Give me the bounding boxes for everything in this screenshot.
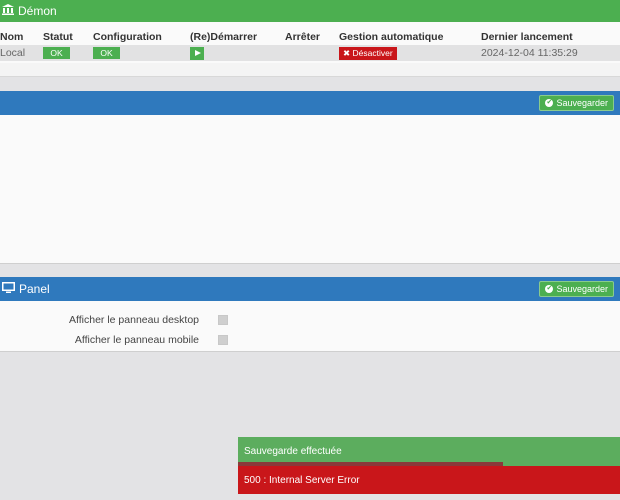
restart-cell — [190, 45, 285, 61]
play-icon[interactable] — [190, 46, 204, 60]
config-header: ✔ Sauvegarder — [0, 91, 620, 115]
daemon-name: Local — [0, 45, 43, 61]
bank-icon — [2, 4, 14, 18]
mobile-panel-label: Afficher le panneau mobile — [74, 334, 199, 346]
error-toast-text: 500 : Internal Server Error — [244, 474, 360, 486]
stop-cell — [285, 45, 339, 61]
panel-title: Panel — [19, 282, 50, 296]
desktop-panel-checkbox[interactable] — [218, 315, 228, 325]
desktop-icon — [2, 282, 15, 296]
status-cell: OK — [43, 45, 93, 61]
col-configuration: Configuration — [93, 31, 162, 43]
col-dernier-lancement: Dernier lancement — [481, 31, 573, 43]
close-icon: ✖ — [343, 47, 351, 58]
configuration-badge: OK — [93, 47, 120, 59]
check-circle-icon: ✔ — [545, 99, 554, 107]
daemon-table-header: Nom Statut Configuration (Re)Démarrer Ar… — [0, 29, 620, 45]
error-toast[interactable]: 500 : Internal Server Error — [238, 466, 620, 494]
panel-save-button[interactable]: ✔ Sauvegarder — [539, 281, 614, 297]
save-button[interactable]: ✔ Sauvegarder — [539, 95, 614, 111]
panel-header: Panel ✔ Sauvegarder — [0, 277, 620, 301]
col-statut: Statut — [43, 31, 73, 43]
config-cell: OK — [93, 45, 190, 61]
status-badge: OK — [43, 47, 70, 59]
col-arreter: Arrêter — [285, 31, 321, 43]
disable-auto-button[interactable]: ✖ Désactiver — [339, 46, 397, 60]
col-nom: Nom — [0, 31, 24, 43]
auto-cell: ✖ Désactiver — [339, 45, 481, 61]
daemon-panel-footer — [0, 63, 620, 77]
col-gestion-auto: Gestion automatique — [339, 31, 444, 43]
daemon-table: Nom Statut Configuration (Re)Démarrer Ar… — [0, 29, 620, 61]
table-row: Local OK OK ✖ Désactiver 2024-12-04 11:3… — [0, 45, 620, 61]
last-launch: 2024-12-04 11:35:29 — [481, 45, 620, 61]
desktop-panel-label: Afficher le panneau desktop — [69, 314, 199, 326]
mobile-panel-checkbox[interactable] — [218, 335, 228, 345]
save-label: Sauvegarder — [556, 98, 608, 108]
daemon-panel: Démon Nom Statut Configuration (Re)Démar… — [0, 0, 620, 63]
daemon-title: Démon — [18, 4, 57, 18]
success-toast-text: Sauvegarde effectuée — [244, 446, 342, 457]
check-circle-icon: ✔ — [545, 285, 554, 293]
daemon-header: Démon — [0, 0, 620, 22]
config-panel: ✔ Sauvegarder — [0, 91, 620, 264]
panel-panel: Panel ✔ Sauvegarder Afficher le panneau … — [0, 277, 620, 352]
panel-save-label: Sauvegarder — [556, 284, 608, 294]
disable-auto-label: Désactiver — [352, 47, 393, 58]
col-redemarrer: (Re)Démarrer — [190, 31, 258, 43]
